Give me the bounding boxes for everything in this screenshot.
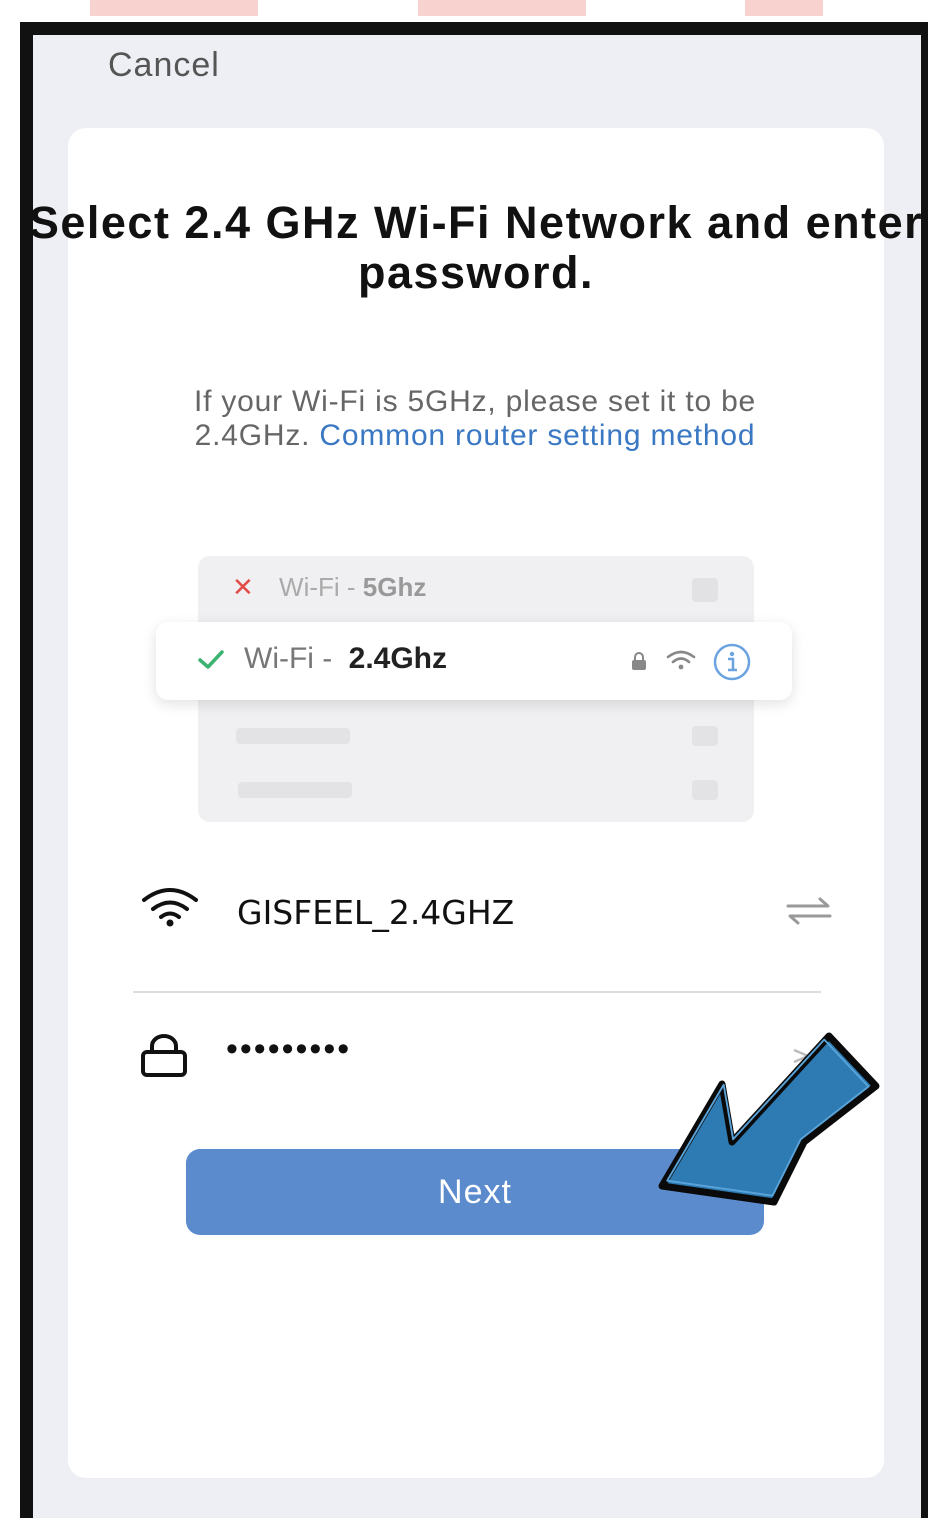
subtitle: If your Wi-Fi is 5GHz, please set it to …: [150, 385, 800, 453]
placeholder-icon: [692, 578, 718, 602]
placeholder-icon: [692, 726, 718, 746]
router-setting-link[interactable]: Common router setting method: [319, 419, 755, 452]
switch-network-icon[interactable]: [784, 896, 834, 931]
placeholder-icon: [692, 780, 718, 800]
wifi-icon: [140, 886, 200, 933]
lock-icon: [140, 1034, 188, 1083]
ssid-field[interactable]: GISFEEL_2.4GHZ: [237, 893, 514, 932]
wifi-5ghz-band: 5Ghz: [362, 572, 427, 602]
wifi-24ghz-band: 2.4Ghz: [348, 642, 448, 675]
divider: [133, 991, 821, 993]
top-strip: [90, 0, 258, 16]
placeholder-bar: [238, 782, 352, 798]
check-icon: [196, 644, 226, 679]
password-field[interactable]: •••••••••: [226, 1030, 351, 1069]
top-strip: [745, 0, 823, 16]
top-strip: [418, 0, 586, 16]
info-icon: [712, 642, 752, 687]
wifi-24ghz-row: Wi-Fi - 2.4Ghz: [156, 622, 792, 700]
close-icon: ✕: [232, 572, 254, 602]
cancel-button[interactable]: Cancel: [108, 46, 220, 85]
placeholder-bar: [236, 728, 350, 744]
wifi-5ghz-prefix: Wi-Fi -: [279, 572, 356, 602]
annotation-arrow-icon: [650, 1030, 882, 1211]
lock-icon: [630, 652, 648, 675]
page-title: Select 2.4 GHz Wi-Fi Network and enter p…: [28, 197, 924, 298]
wifi-24ghz-label: Wi-Fi - 2.4Ghz: [244, 642, 447, 676]
wifi-icon: [666, 648, 696, 677]
wifi-24ghz-prefix: Wi-Fi -: [244, 642, 333, 675]
wifi-5ghz-row: ✕ Wi-Fi - 5Ghz: [232, 572, 426, 603]
